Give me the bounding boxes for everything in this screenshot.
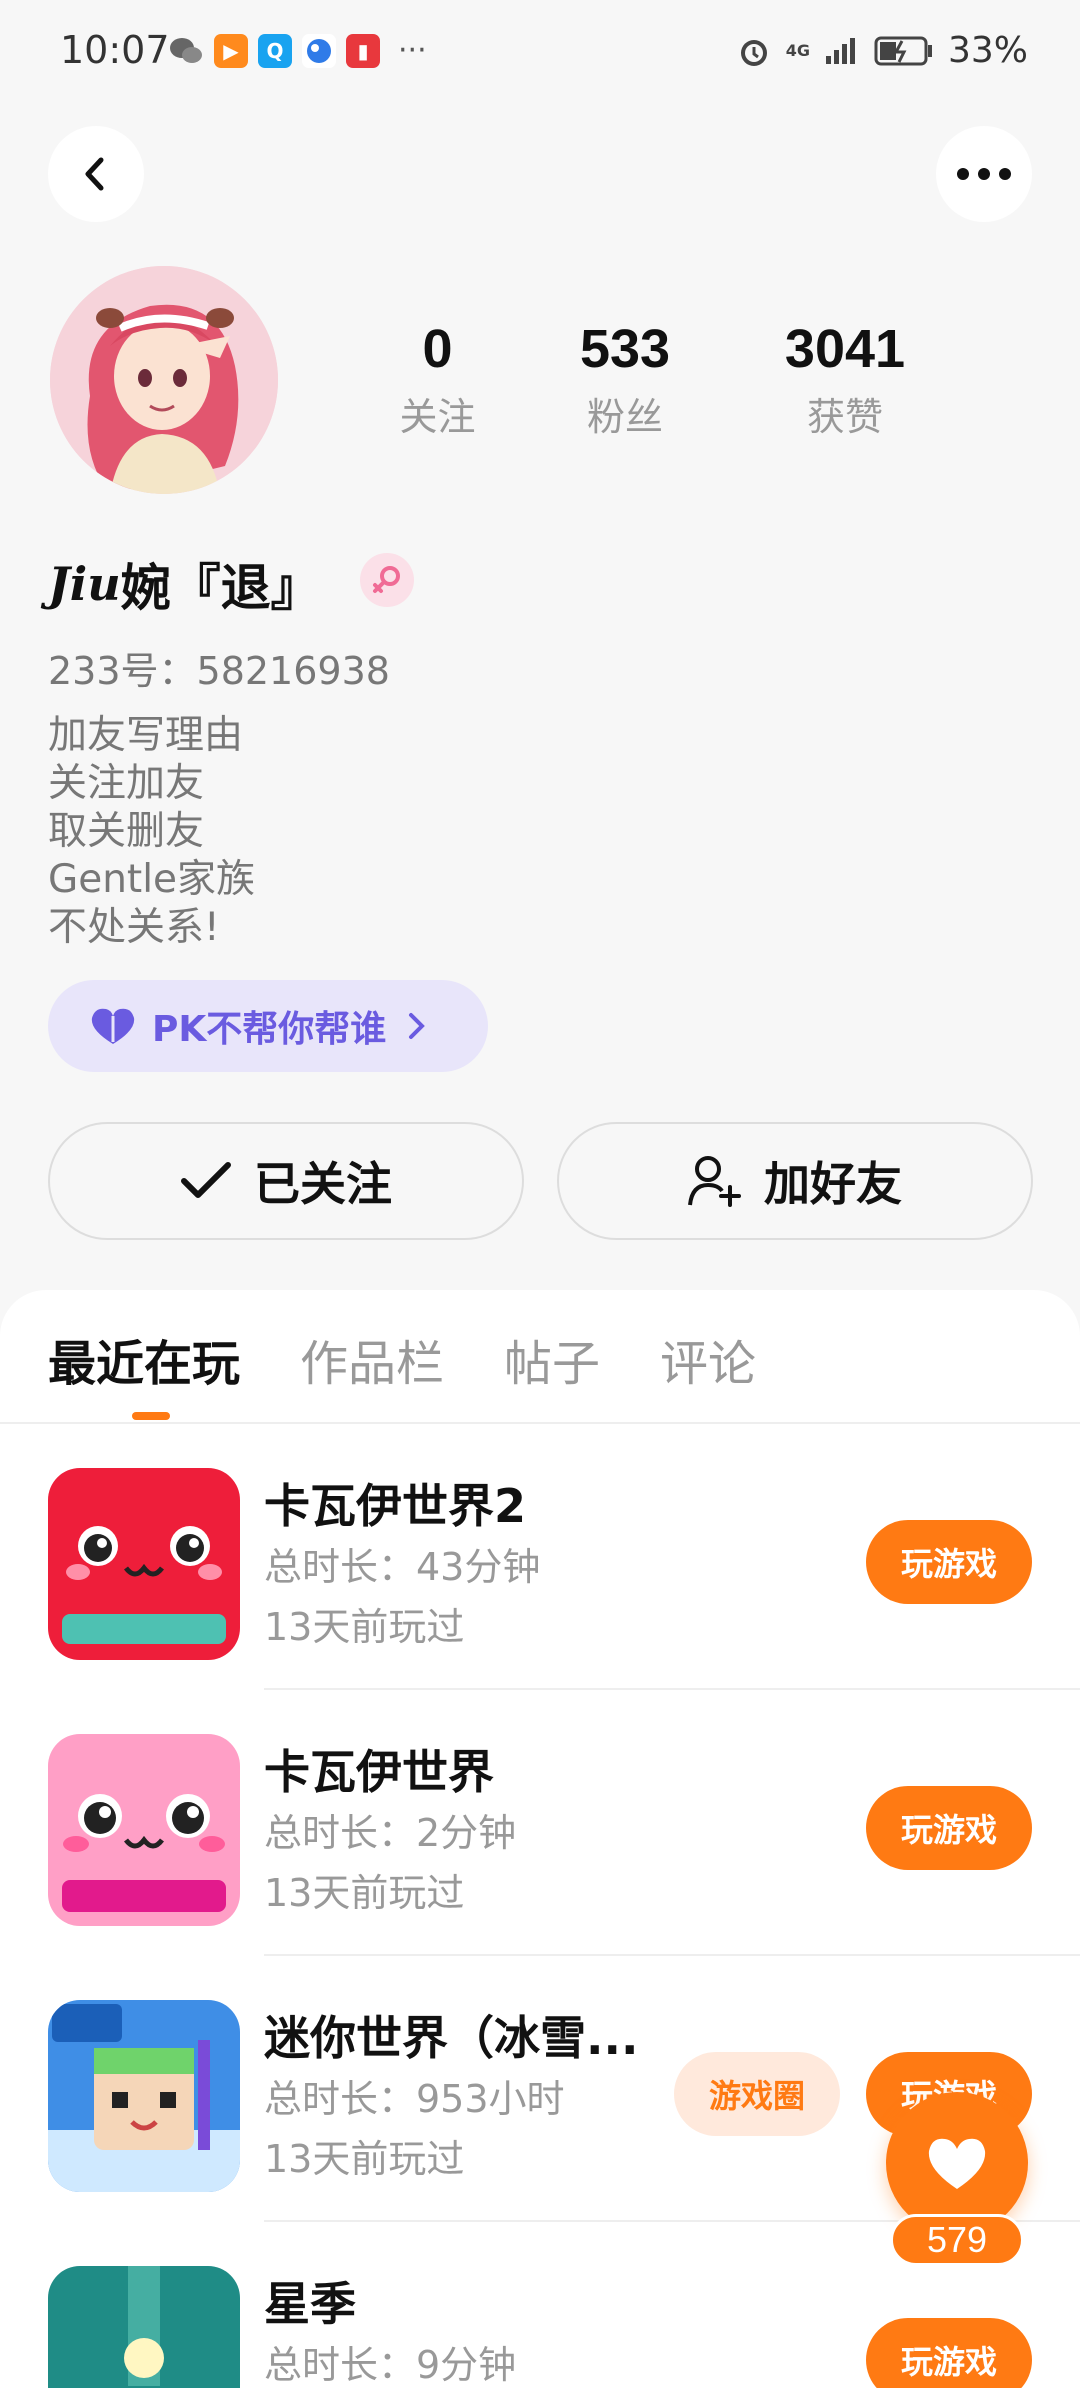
- game-name: 卡瓦伊世界2: [264, 1479, 527, 1533]
- video-app-icon: ▶: [214, 34, 248, 68]
- stat-fans-value: 533: [579, 319, 671, 379]
- game-icon-kawaii-world[interactable]: [48, 1734, 240, 1926]
- game-icon-mini-world[interactable]: [48, 2000, 240, 2192]
- game-last-played: 13天前玩过: [264, 1871, 465, 1915]
- like-count-badge: 579: [890, 2214, 1024, 2266]
- check-icon: [181, 1162, 231, 1198]
- nickname-script: Jiu: [48, 557, 121, 611]
- bio-line: 不处关系!: [48, 905, 220, 950]
- game-duration: 总时长：43分钟: [264, 1545, 541, 1589]
- battery-percent: 33%: [947, 30, 1028, 71]
- game-last-played: 13天前玩过: [264, 1605, 465, 1649]
- game-duration: 总时长：953小时: [264, 2077, 565, 2121]
- stat-fans-label: 粉丝: [586, 395, 663, 439]
- game-duration: 总时长：9分钟: [264, 2343, 517, 2387]
- wechat-icon: [170, 38, 202, 63]
- search-app-icon: Q: [258, 34, 292, 68]
- play-game-button[interactable]: 玩游戏: [866, 2318, 1032, 2388]
- bio-line: 加友写理由: [48, 713, 244, 758]
- stat-likes[interactable]: 3041 获赞: [735, 318, 955, 441]
- network-label: 4G: [785, 41, 810, 60]
- user-id: 233号：58216938: [48, 649, 390, 693]
- game-name: 卡瓦伊世界: [264, 1745, 494, 1799]
- signal-icon: [825, 37, 855, 64]
- back-arrow-icon: [85, 157, 104, 191]
- tab-indicator: [132, 1412, 170, 1420]
- heart-icon: [928, 2138, 986, 2189]
- browser-app-icon: [302, 34, 336, 68]
- tab-posts[interactable]: 帖子: [504, 1324, 600, 1394]
- add-user-icon: [688, 1156, 741, 1207]
- battery-icon: [874, 36, 932, 65]
- game-last-played: 13天前玩过: [264, 2137, 465, 2181]
- tab-bar: 最近在玩 作品栏 帖子 评论: [48, 1324, 756, 1394]
- game-circle-button[interactable]: 游戏圈: [674, 2052, 840, 2136]
- game-duration: 总时长：2分钟: [264, 1811, 517, 1855]
- nickname: Jiu 婉『退』: [48, 548, 321, 620]
- status-right: 4G 33%: [736, 30, 1028, 71]
- followed-label: 已关注: [254, 1157, 392, 1211]
- more-notifications-icon: ···: [398, 33, 427, 68]
- female-icon: [373, 566, 400, 593]
- stat-likes-label: 获赞: [806, 395, 883, 439]
- profile-stats: 0 关注 533 粉丝 3041 获赞: [360, 318, 980, 441]
- game-icon-xingji[interactable]: [48, 2266, 240, 2388]
- like-fab-button[interactable]: [886, 2092, 1028, 2234]
- bio-line: 取关删友: [48, 809, 205, 854]
- nickname-text: 婉『退』: [120, 559, 321, 617]
- play-game-button[interactable]: 玩游戏: [866, 1520, 1032, 1604]
- alarm-icon: [740, 39, 767, 66]
- stat-following-label: 关注: [399, 395, 476, 439]
- play-game-button[interactable]: 玩游戏: [866, 1786, 1032, 1870]
- add-friend-label: 加好友: [764, 1157, 902, 1211]
- bio: 加友写理由 关注加友 取关删友 Gentle家族 不处关系!: [48, 712, 255, 952]
- avatar[interactable]: [50, 266, 278, 494]
- pk-label: PK不帮你帮谁: [152, 1009, 387, 1050]
- tab-works[interactable]: 作品栏: [300, 1324, 444, 1394]
- heart-icon: [91, 1008, 135, 1044]
- game-row[interactable]: 卡瓦伊世界 总时长：2分钟 13天前玩过 玩游戏: [0, 1690, 1080, 1956]
- game-icon-kawaii-world-2[interactable]: [48, 1468, 240, 1660]
- more-dots-icon: [957, 168, 1011, 180]
- pk-button[interactable]: PK不帮你帮谁: [48, 980, 488, 1072]
- gender-badge: [360, 553, 414, 607]
- game-row[interactable]: 卡瓦伊世界2 总时长：43分钟 13天前玩过 玩游戏: [0, 1424, 1080, 1690]
- stat-fans[interactable]: 533 粉丝: [515, 318, 735, 441]
- bio-line: 关注加友: [48, 761, 205, 806]
- book-app-icon: ▮: [346, 34, 380, 68]
- bio-line: Gentle家族: [48, 857, 256, 902]
- tab-comments[interactable]: 评论: [660, 1324, 756, 1394]
- add-friend-button[interactable]: 加好友: [557, 1122, 1033, 1240]
- game-name: 星季: [264, 2277, 356, 2331]
- stat-following[interactable]: 0 关注: [360, 318, 515, 441]
- chevron-right-icon: [409, 1013, 426, 1039]
- followed-button[interactable]: 已关注: [48, 1122, 524, 1240]
- stat-likes-value: 3041: [784, 319, 906, 379]
- status-time: 10:07: [60, 28, 170, 72]
- avatar-illustration: [50, 266, 278, 494]
- tab-recent-played[interactable]: 最近在玩: [48, 1324, 240, 1394]
- status-bar: 10:07 ▶ Q ▮ ··· 4G 33%: [0, 0, 1080, 110]
- more-options-button[interactable]: [936, 126, 1032, 222]
- notification-icons: ▶ Q ▮ ···: [168, 34, 427, 68]
- back-button[interactable]: [48, 126, 144, 222]
- stat-following-value: 0: [422, 319, 453, 379]
- game-name: 迷你世界（冰雪...: [264, 2011, 639, 2065]
